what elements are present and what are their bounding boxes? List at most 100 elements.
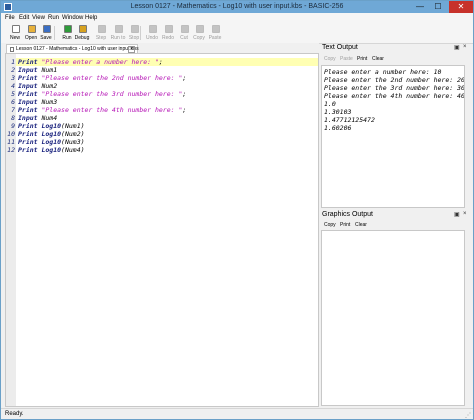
stop-icon (131, 25, 139, 33)
debug-button[interactable]: Debug (75, 24, 89, 43)
float-icon[interactable]: ▣ (454, 211, 460, 218)
code-text: Input Num1 (18, 66, 57, 74)
window-title: Lesson 0127 - Mathematics - Log10 with u… (130, 3, 344, 10)
code-token: Num1 (41, 66, 58, 74)
code-token: Print (18, 90, 42, 98)
code-editor[interactable]: 1 Print "Please enter a number here: "; 2 I… (5, 53, 319, 407)
step-button[interactable]: Step (94, 24, 108, 43)
code-token: ; (182, 106, 187, 114)
code-token: Print (18, 146, 42, 154)
graphics-output-print-button[interactable]: Print (340, 222, 350, 228)
line-number: 9 (11, 122, 15, 130)
status-text: Ready. (5, 411, 24, 417)
copy-icon (196, 25, 204, 33)
status-bar: Ready. ⋰ (1, 408, 473, 419)
menu-file[interactable]: File (5, 15, 15, 21)
title-bar[interactable]: Lesson 0127 - Mathematics - Log10 with u… (1, 1, 473, 13)
close-window-button[interactable]: ✕ (449, 1, 473, 13)
stop-button[interactable]: Stop (127, 24, 141, 43)
redo-icon (165, 25, 173, 33)
code-text: Input Num3 (18, 98, 57, 106)
cut-icon (181, 25, 189, 33)
menu-window[interactable]: Window (62, 15, 83, 21)
output-line: Please enter the 2nd number here: 20 (324, 76, 465, 84)
code-token: Log10 (41, 130, 62, 138)
code-token: "Please enter the 4th number here: " (41, 106, 183, 114)
float-icon[interactable]: ▣ (454, 44, 460, 51)
line-number: 5 (11, 90, 15, 98)
line-number: 1 (11, 58, 15, 66)
output-line: Please enter a number here: 10 (324, 68, 442, 76)
code-text: Print "Please enter the 2nd number here:… (18, 74, 186, 82)
menu-edit[interactable]: Edit (19, 15, 29, 21)
open-folder-icon (28, 25, 36, 33)
code-token: (Num3) (61, 138, 85, 146)
tab-close-icon[interactable]: × (128, 46, 135, 53)
code-text: Print Log10(Num3) (18, 138, 85, 146)
menu-run[interactable]: Run (48, 15, 59, 21)
code-token: "Please enter the 3rd number here: " (41, 90, 183, 98)
menu-help[interactable]: Help (85, 15, 97, 21)
app-window: Lesson 0127 - Mathematics - Log10 with u… (0, 0, 474, 420)
code-token: ; (182, 90, 187, 98)
code-token: Log10 (41, 138, 62, 146)
line-number: 6 (11, 98, 15, 106)
code-token: Num2 (41, 82, 58, 90)
text-output-clear-button[interactable]: Clear (372, 56, 384, 62)
toolbar-label: Save (40, 35, 52, 41)
graphics-output-clear-button[interactable]: Clear (355, 222, 367, 228)
output-line: 1.0 (324, 100, 336, 108)
new-file-icon (12, 25, 20, 33)
code-text: Print Log10(Num4) (18, 146, 85, 154)
text-output-paste-button[interactable]: Paste (340, 56, 353, 62)
undo-icon (149, 25, 157, 33)
code-text: Print "Please enter a number here: "; (18, 58, 163, 66)
debug-icon (79, 25, 87, 33)
line-number: 12 (7, 146, 15, 154)
menu-bar: File Edit View Run Window Help (1, 13, 473, 23)
code-token: Input (18, 98, 42, 106)
run-to-icon (115, 25, 123, 33)
output-line: 1.60206 (324, 124, 352, 132)
graphics-output-copy-button[interactable]: Copy (324, 222, 336, 228)
text-output-print-button[interactable]: Print (357, 56, 367, 62)
resize-grip-icon[interactable]: ⋰ (465, 413, 471, 419)
output-line: Please enter the 3rd number here: 30 (324, 84, 465, 92)
code-token: Print (18, 74, 42, 82)
line-number: 10 (7, 130, 15, 138)
code-token: Print (18, 138, 42, 146)
paste-icon (212, 25, 220, 33)
code-token: Input (18, 66, 42, 74)
close-icon[interactable]: × (463, 211, 467, 217)
tab-bar: Lesson 0127 - Mathematics - Log10 with u… (1, 43, 319, 53)
code-text: Print "Please enter the 3rd number here:… (18, 90, 186, 98)
toolbar-label: Paste (208, 35, 222, 41)
minimize-button[interactable]: — (411, 1, 429, 13)
code-token: (Num4) (61, 146, 85, 154)
maximize-button[interactable]: ☐ (429, 1, 447, 13)
text-output-copy-button[interactable]: Copy (324, 56, 336, 62)
line-number: 11 (7, 138, 15, 146)
close-icon[interactable]: × (463, 44, 467, 50)
tab-program-file[interactable]: Lesson 0127 - Mathematics - Log10 with u… (6, 44, 139, 53)
run-icon (64, 25, 72, 33)
menu-view[interactable]: View (32, 15, 45, 21)
code-text: Print Log10(Num1) (18, 122, 85, 130)
code-text: Print Log10(Num2) (18, 130, 85, 138)
text-output-title: Text Output (322, 44, 358, 51)
code-token: (Num1) (61, 122, 85, 130)
output-line: 1.30103 (324, 108, 352, 116)
graphics-output-canvas[interactable] (321, 230, 465, 406)
code-token: Num3 (41, 98, 58, 106)
line-number: 8 (11, 114, 15, 122)
code-token: Input (18, 82, 42, 90)
save-button[interactable]: Save (39, 24, 53, 43)
text-output-area[interactable]: Please enter a number here: 10 Please ent… (321, 65, 465, 208)
line-number: 2 (11, 66, 15, 74)
graphics-output-title: Graphics Output (322, 211, 373, 218)
document-icon (10, 47, 14, 52)
paste-button[interactable]: Paste (208, 24, 222, 43)
line-number: 4 (11, 82, 15, 90)
code-token: Print (18, 122, 42, 130)
code-token: Input (18, 114, 42, 122)
